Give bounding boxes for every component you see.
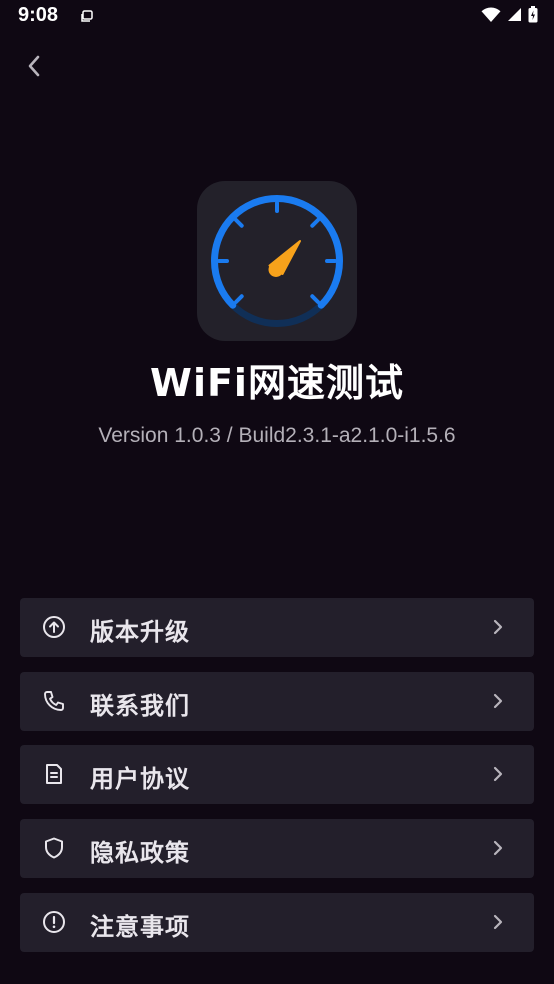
menu-item-privacy-policy[interactable]: 隐私政策 xyxy=(20,819,534,878)
chevron-left-icon xyxy=(28,55,40,77)
notification-icon xyxy=(81,10,93,22)
chevron-right-icon xyxy=(493,840,503,856)
phone-icon xyxy=(44,691,64,711)
menu-item-label: 用户协议 xyxy=(90,765,190,793)
menu-item-label: 隐私政策 xyxy=(90,839,190,867)
menu-item-contact[interactable]: 联系我们 xyxy=(20,672,534,731)
document-icon xyxy=(46,764,62,784)
status-icons xyxy=(481,6,538,23)
menu-item-label: 联系我们 xyxy=(90,692,190,720)
chevron-right-icon xyxy=(493,693,503,709)
menu-item-user-agreement[interactable]: 用户协议 xyxy=(20,745,534,804)
status-bar: 9:08 xyxy=(0,0,554,34)
chevron-right-icon xyxy=(493,619,503,635)
menu-item-label: 版本升级 xyxy=(90,618,190,646)
shield-icon xyxy=(45,837,63,859)
app-icon xyxy=(197,181,357,341)
battery-icon xyxy=(528,6,538,23)
alert-circle-icon xyxy=(43,911,65,933)
app-name: WiFi网速测试 xyxy=(150,361,404,405)
arrow-up-circle-icon xyxy=(43,616,65,638)
status-time: 9:08 xyxy=(18,4,59,26)
version-text: Version 1.0.3 / Build2.3.1-a2.1.0-i1.5.6 xyxy=(98,424,456,447)
menu-item-notes[interactable]: 注意事项 xyxy=(20,893,534,952)
chevron-right-icon xyxy=(493,766,503,782)
chevron-right-icon xyxy=(493,914,503,930)
menu-item-label: 注意事项 xyxy=(90,913,190,941)
back-button[interactable] xyxy=(16,48,52,84)
speedometer-icon xyxy=(211,195,343,327)
wifi-icon xyxy=(481,6,501,22)
menu-item-upgrade[interactable]: 版本升级 xyxy=(20,598,534,657)
signal-icon xyxy=(508,8,521,21)
